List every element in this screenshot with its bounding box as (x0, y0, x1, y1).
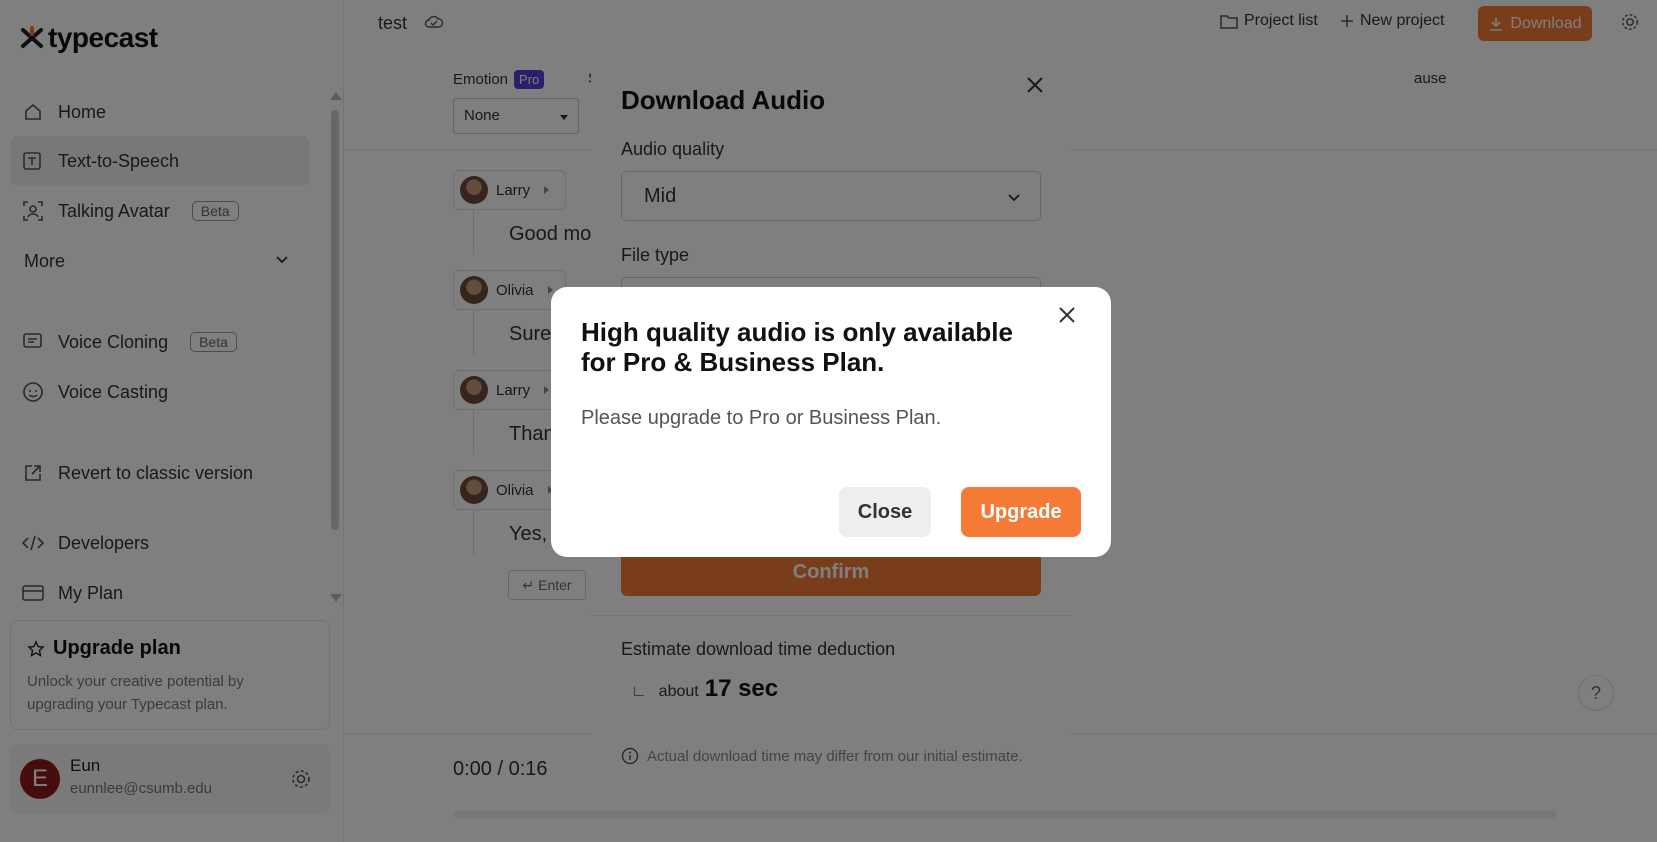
close-icon[interactable] (1057, 305, 1077, 330)
upgrade-required-modal: High quality audio is only available for… (551, 287, 1111, 557)
upgrade-modal-desc: Please upgrade to Pro or Business Plan. (581, 407, 942, 429)
close-button[interactable]: Close (839, 487, 931, 537)
upgrade-modal-title: High quality audio is only available for… (581, 317, 1013, 377)
upgrade-button[interactable]: Upgrade (961, 487, 1081, 537)
